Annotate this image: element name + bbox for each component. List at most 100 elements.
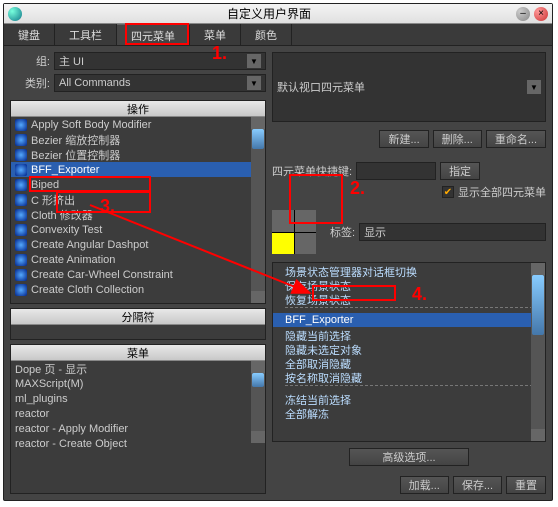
list-item-label: BFF_Exporter — [31, 164, 99, 176]
show-all-label: 显示全部四元菜单 — [458, 184, 546, 200]
tab-bar: 键盘 工具栏 四元菜单 菜单 颜色 — [4, 24, 552, 46]
action-icon — [15, 119, 27, 131]
close-button[interactable]: × — [534, 7, 548, 21]
window-title: 自定义用户界面 — [26, 5, 512, 22]
minimize-button[interactable]: – — [516, 7, 530, 21]
list-item-label: Bezier 缩放控制器 — [31, 132, 120, 147]
list-item[interactable]: Apply Soft Body Modifier — [11, 117, 265, 132]
scroll-thumb[interactable] — [252, 129, 264, 149]
list-item[interactable]: Create Car-Wheel Constraint — [11, 267, 265, 282]
hotkey-input[interactable] — [356, 162, 436, 180]
quad-tr[interactable] — [295, 210, 317, 232]
scroll-down-icon[interactable] — [251, 431, 265, 443]
quad-bl[interactable] — [272, 233, 294, 255]
operations-panel: 操作 Apply Soft Body ModifierBezier 缩放控制器B… — [10, 100, 266, 304]
menu-item[interactable]: 冻结当前选择 — [273, 391, 545, 405]
app-icon — [8, 7, 22, 21]
list-item[interactable]: C 形挤出 — [11, 192, 265, 207]
list-item-label: Cloth 修改器 — [31, 207, 93, 222]
quad-tl[interactable] — [272, 210, 294, 232]
menu-item[interactable]: 恢复场景状态 — [273, 291, 545, 305]
list-item[interactable]: BFF_Exporter — [11, 162, 265, 177]
list-item-label: Create Angular Dashpot — [31, 239, 148, 251]
list-item[interactable]: Cloth 修改器 — [11, 207, 265, 222]
separator-panel: 分隔符 — [10, 308, 266, 340]
action-icon — [15, 194, 27, 206]
group-select[interactable]: 主 UI ▼ — [54, 52, 266, 70]
menu-item[interactable]: 按名称取消隐藏 — [273, 369, 545, 383]
list-item[interactable]: MAXScript(M) — [11, 376, 265, 391]
customize-ui-window: 自定义用户界面 – × 键盘 工具栏 四元菜单 菜单 颜色 组: 主 UI ▼ … — [3, 3, 553, 501]
scroll-up-icon[interactable] — [251, 117, 265, 129]
scroll-thumb[interactable] — [532, 275, 544, 335]
menu-item[interactable]: 保存场景状态 — [273, 277, 545, 291]
scroll-down-icon[interactable] — [531, 429, 545, 441]
rename-button[interactable]: 重命名... — [486, 130, 546, 148]
list-item-label: Biped — [31, 179, 59, 191]
quadmenu-value: 默认视口四元菜单 — [277, 79, 365, 95]
list-item[interactable]: Bezier 位置控制器 — [11, 147, 265, 162]
menu-item[interactable]: 隐藏未选定对象 — [273, 341, 545, 355]
reset-button[interactable]: 重置 — [506, 476, 546, 494]
scrollbar[interactable] — [251, 361, 265, 443]
scroll-thumb[interactable] — [252, 373, 264, 387]
menu-item[interactable] — [285, 307, 533, 311]
action-icon — [15, 179, 27, 191]
quadmenu-select[interactable]: 默认视口四元菜单 ▼ — [272, 52, 546, 122]
list-item[interactable]: ml_plugins — [11, 391, 265, 406]
tab-keyboard[interactable]: 键盘 — [4, 24, 55, 45]
list-item-label: C 形挤出 — [31, 192, 75, 207]
list-item[interactable]: Create Angular Dashpot — [11, 237, 265, 252]
category-select[interactable]: All Commands ▼ — [54, 74, 266, 92]
list-item[interactable]: reactor - Create Object — [11, 436, 265, 451]
scrollbar[interactable] — [251, 117, 265, 303]
chevron-down-icon: ▼ — [527, 80, 541, 94]
scroll-up-icon[interactable] — [531, 263, 545, 275]
delete-button[interactable]: 删除... — [433, 130, 482, 148]
menu-item[interactable]: 全部解冻 — [273, 405, 545, 419]
scroll-down-icon[interactable] — [251, 291, 265, 303]
advanced-button[interactable]: 高级选项... — [349, 448, 469, 466]
list-item[interactable]: reactor — [11, 406, 265, 421]
list-item[interactable]: Bezier 缩放控制器 — [11, 132, 265, 147]
menu-item[interactable] — [285, 385, 533, 389]
menu-item[interactable]: 隐藏当前选择 — [273, 327, 545, 341]
tab-menu[interactable]: 菜单 — [190, 24, 241, 45]
quad-selector[interactable] — [272, 210, 316, 254]
titlebar[interactable]: 自定义用户界面 – × — [4, 4, 552, 24]
tab-toolbar[interactable]: 工具栏 — [55, 24, 117, 45]
action-icon — [15, 149, 27, 161]
list-item[interactable]: Create Animation — [11, 252, 265, 267]
new-button[interactable]: 新建... — [379, 130, 428, 148]
menu-item[interactable]: 场景状态管理器对话框切换 — [273, 263, 545, 277]
list-item[interactable]: Biped — [11, 177, 265, 192]
action-icon — [15, 284, 27, 296]
category-label: 类别: — [10, 75, 50, 91]
hotkey-label: 四元菜单快捷键: — [272, 163, 352, 179]
tab-color[interactable]: 颜色 — [241, 24, 292, 45]
list-item[interactable]: reactor - Apply Modifier — [11, 421, 265, 436]
list-item[interactable]: Convexity Test — [11, 222, 265, 237]
group-value: 主 UI — [59, 53, 84, 69]
quad-br[interactable] — [295, 233, 317, 255]
list-item[interactable]: Create Cloth Collection — [11, 282, 265, 297]
operations-list[interactable]: Apply Soft Body ModifierBezier 缩放控制器Bezi… — [11, 117, 265, 303]
list-item-label: Create Cloth Collection — [31, 284, 144, 296]
action-icon — [15, 164, 27, 176]
list-item[interactable]: Dope 页 - 显示 — [11, 361, 265, 376]
scroll-up-icon[interactable] — [251, 361, 265, 373]
load-button[interactable]: 加载... — [400, 476, 449, 494]
menu-item[interactable]: BFF_Exporter — [273, 313, 545, 327]
scrollbar[interactable] — [531, 263, 545, 441]
separator-list[interactable] — [11, 325, 265, 339]
save-button[interactable]: 保存... — [453, 476, 502, 494]
show-all-checkbox[interactable]: ✔ — [442, 186, 454, 198]
tag-input[interactable] — [359, 223, 546, 241]
tab-quadmenu[interactable]: 四元菜单 — [117, 24, 190, 45]
menu-item[interactable]: 全部取消隐藏 — [273, 355, 545, 369]
assign-button[interactable]: 指定 — [440, 162, 480, 180]
menus-list[interactable]: Dope 页 - 显示MAXScript(M)ml_pluginsreactor… — [11, 361, 265, 443]
menus-panel: 菜单 Dope 页 - 显示MAXScript(M)ml_pluginsreac… — [10, 344, 266, 494]
list-item-label: Create Car-Wheel Constraint — [31, 269, 173, 281]
quad-items-list[interactable]: 场景状态管理器对话框切换保存场景状态恢复场景状态 BFF_Exporter隐藏当前… — [272, 262, 546, 442]
